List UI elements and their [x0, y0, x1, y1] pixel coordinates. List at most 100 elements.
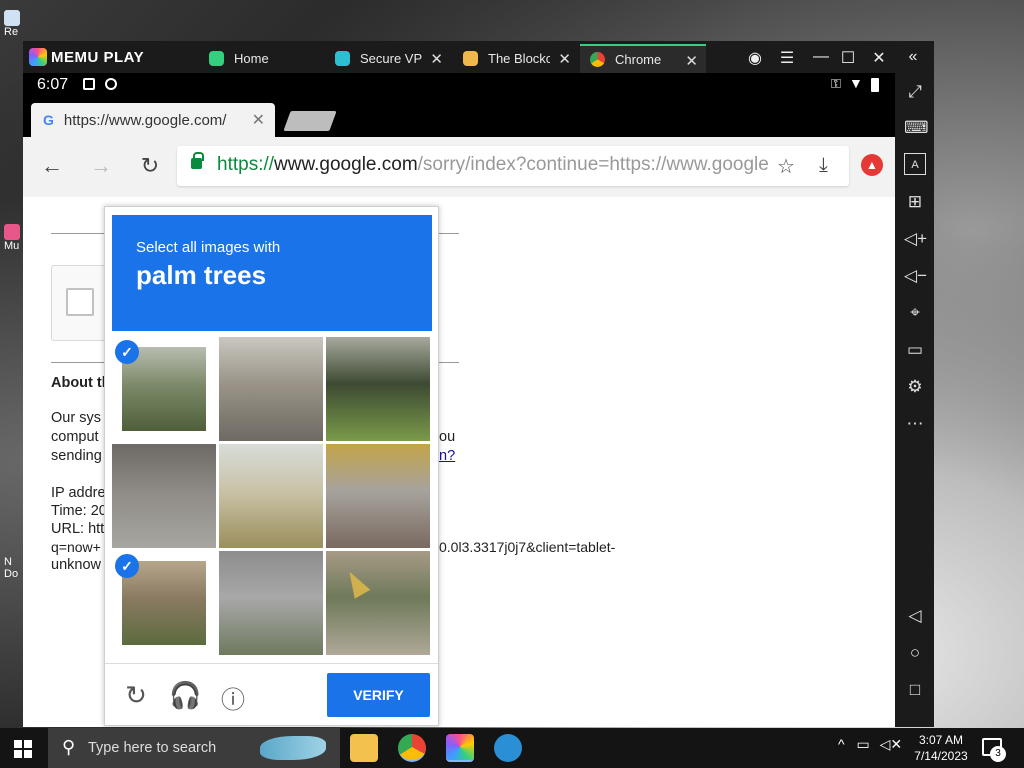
- search-icon: ⚲: [62, 737, 76, 757]
- selected-check-icon: ✓: [115, 554, 139, 578]
- close-tab-icon[interactable]: ✕: [252, 110, 265, 130]
- memu-taskbar-icon[interactable]: [446, 734, 474, 762]
- memu-tab-label: Home: [234, 51, 269, 66]
- memu-window: MEMU PLAY Home Secure VPN ✕ The Blockcha…: [23, 41, 934, 727]
- sorry-page: About th Our sys comput ou sending n? IP…: [23, 197, 895, 727]
- ip-text: IP addre: [51, 485, 106, 501]
- query-text: 0.0l3.3317j0j7&client=tablet-: [439, 539, 616, 555]
- key-icon: ⚿: [831, 76, 841, 91]
- collapse-icon[interactable]: «: [903, 48, 923, 66]
- body-text: sending: [51, 448, 102, 464]
- status-clock: 6:07: [37, 76, 69, 93]
- desktop-icon-label: Re: [4, 26, 19, 38]
- taskbar-clock[interactable]: 3:07 AM 7/14/2023: [906, 732, 976, 764]
- info-icon[interactable]: ⓘ: [218, 680, 248, 715]
- captcha-tile-image: [219, 551, 323, 655]
- forward-icon[interactable]: →: [86, 153, 116, 179]
- a-notification-icon: [83, 78, 95, 90]
- memu-tab-vpn[interactable]: Secure VPN ✕: [325, 44, 451, 73]
- audio-challenge-icon[interactable]: 🎧: [169, 680, 201, 711]
- lock-icon: [191, 152, 204, 169]
- fullscreen-icon[interactable]: ⤢: [904, 81, 926, 103]
- memu-tab-chrome[interactable]: Chrome ✕: [580, 44, 706, 73]
- game-controller-icon: [105, 78, 117, 90]
- selected-check-icon: ✓: [115, 340, 139, 364]
- close-icon[interactable]: ✕: [430, 50, 443, 68]
- recycle-bin-icon[interactable]: Re: [4, 10, 22, 38]
- back-icon[interactable]: ←: [37, 153, 67, 179]
- recaptcha-checkbox[interactable]: [66, 288, 94, 316]
- image-grid: ✓ ✓: [112, 337, 432, 657]
- android-home-icon[interactable]: ○: [904, 642, 926, 664]
- captcha-tile-image: [326, 551, 430, 655]
- star-icon[interactable]: ☆: [777, 154, 795, 179]
- system-tray: ^ ▭ ◁✕: [838, 736, 902, 753]
- volume-up-icon[interactable]: ◁+: [904, 228, 927, 250]
- start-button[interactable]: [14, 740, 32, 758]
- volume-muted-icon[interactable]: ◁✕: [880, 736, 903, 752]
- location-icon[interactable]: ⌖: [904, 302, 926, 324]
- android-recents-icon[interactable]: □: [904, 679, 926, 701]
- captcha-tile[interactable]: [219, 444, 323, 548]
- taskbar-search[interactable]: ⚲ Type here to search: [48, 728, 340, 768]
- help-link[interactable]: n?: [439, 448, 455, 464]
- chevron-up-icon[interactable]: ^: [838, 736, 845, 752]
- close-icon[interactable]: ✕: [869, 48, 889, 68]
- reload-icon[interactable]: ↻: [135, 153, 165, 179]
- keyboard-icon[interactable]: ⌨: [904, 117, 929, 139]
- file-explorer-icon[interactable]: [350, 734, 378, 762]
- recaptcha-anchor: [51, 265, 111, 341]
- android-back-icon[interactable]: ◁: [904, 605, 926, 627]
- minimize-icon[interactable]: —: [811, 48, 831, 66]
- body-text: ou: [439, 429, 456, 445]
- extension-icon[interactable]: ▲: [861, 154, 883, 176]
- unknown-text: unknow: [51, 557, 101, 573]
- chrome-taskbar-icon[interactable]: [398, 734, 426, 762]
- chrome-tab-title: https://www.google.com/: [63, 111, 227, 129]
- url-text[interactable]: https://www.google.com/sorry/index?conti…: [217, 154, 769, 176]
- battery-icon: [871, 78, 879, 92]
- captcha-tile[interactable]: ✓: [112, 337, 216, 441]
- captcha-tile[interactable]: [326, 444, 430, 548]
- desktop-app-icon[interactable]: Mu: [4, 224, 22, 252]
- add-window-icon[interactable]: ⊞: [904, 191, 926, 213]
- memu-home-icon: [209, 51, 224, 66]
- verify-button[interactable]: VERIFY: [327, 673, 430, 717]
- desktop-folder-icon[interactable]: N Do: [4, 556, 22, 580]
- chrome-tab[interactable]: G https://www.google.com/ ✕: [31, 103, 275, 137]
- url-label: URL: htt: [51, 521, 105, 537]
- address-bar[interactable]: https://www.google.com/sorry/index?conti…: [177, 146, 849, 186]
- folder-icon[interactable]: ▭: [904, 339, 926, 361]
- network-icon[interactable]: ▭: [856, 736, 869, 752]
- settings-icon[interactable]: ⚙: [904, 376, 926, 398]
- captcha-tile[interactable]: [326, 337, 430, 441]
- captcha-tile[interactable]: [219, 551, 323, 655]
- menu-icon[interactable]: ☰: [777, 48, 797, 68]
- body-text: Our sys: [51, 410, 101, 426]
- captcha-tile[interactable]: ✓: [112, 551, 216, 655]
- captcha-tile-image: [326, 444, 430, 548]
- memu-tab-blockchain[interactable]: The Blockchain ✕: [453, 44, 579, 73]
- clock-time: 3:07 AM: [918, 733, 964, 747]
- memu-tab-label: Chrome: [615, 52, 662, 67]
- memu-tab-home[interactable]: Home: [199, 44, 325, 73]
- windows-taskbar: ⚲ Type here to search ^ ▭ ◁✕ 3:07 AM 7/1…: [0, 728, 1024, 768]
- chrome-icon: [590, 52, 605, 67]
- recaptcha-challenge: Select all images with palm trees ✓ ✓ ↻ 🎧…: [104, 206, 439, 726]
- memu-tab-label: Secure VPN: [360, 51, 422, 66]
- dolphin-icon[interactable]: [494, 734, 522, 762]
- maximize-icon[interactable]: ☐: [838, 48, 858, 68]
- more-icon[interactable]: ⋯: [904, 413, 926, 435]
- new-tab-button[interactable]: [283, 111, 337, 131]
- captcha-tile[interactable]: [219, 337, 323, 441]
- volume-down-icon[interactable]: ◁−: [904, 265, 927, 287]
- memu-logo: MEMU PLAY: [29, 48, 144, 66]
- download-icon[interactable]: ⤓: [819, 154, 828, 177]
- apk-icon[interactable]: A: [904, 153, 926, 175]
- close-icon[interactable]: ✕: [558, 50, 571, 68]
- account-icon[interactable]: ◉: [745, 48, 765, 68]
- close-icon[interactable]: ✕: [685, 52, 698, 70]
- reload-challenge-icon[interactable]: ↻: [121, 680, 151, 711]
- captcha-tile[interactable]: [112, 444, 216, 548]
- captcha-tile[interactable]: [326, 551, 430, 655]
